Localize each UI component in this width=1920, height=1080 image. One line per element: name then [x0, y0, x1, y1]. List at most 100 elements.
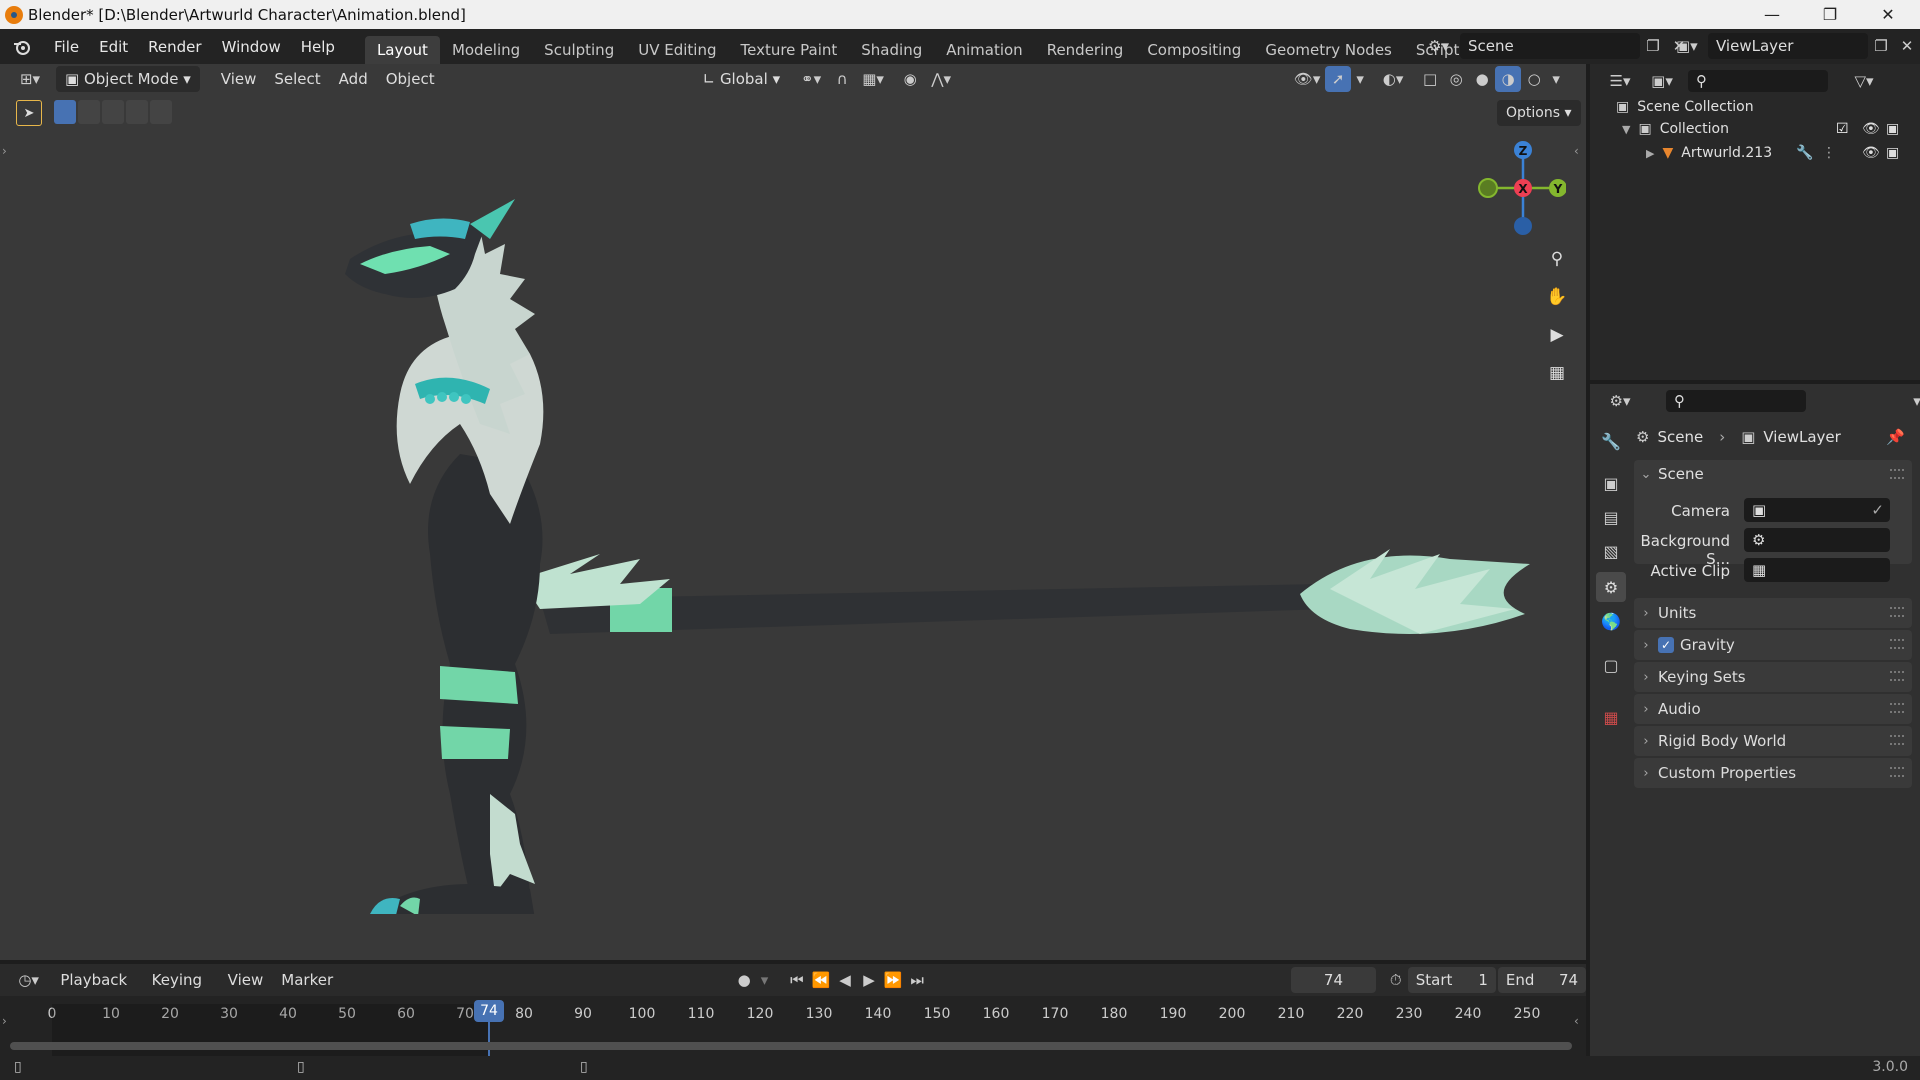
timeline-menu-marker[interactable]: Marker	[272, 967, 342, 993]
gravity-grip-icon[interactable]	[1890, 639, 1904, 649]
delete-view-layer-icon[interactable]: ✕	[1894, 33, 1920, 59]
audio-grip-icon[interactable]	[1890, 703, 1904, 713]
close-icon[interactable]: ✕	[1859, 0, 1917, 29]
scene-panel-header[interactable]: ⌄ Scene	[1634, 460, 1912, 488]
collection-checkbox-icon[interactable]: ☑	[1836, 121, 1849, 137]
end-frame-field[interactable]: End 74	[1497, 967, 1587, 993]
overlays-icon[interactable]: ◐▾	[1375, 66, 1411, 92]
gizmo-toggle-icon[interactable]: ➚	[1325, 66, 1352, 92]
play-reverse-icon[interactable]: ◀	[833, 967, 857, 993]
transform-orientation-dropdown[interactable]: ∟ Global ▾	[694, 66, 790, 92]
collection-visibility-icon[interactable]: 👁	[1862, 121, 1880, 137]
tab-animation[interactable]: Animation	[934, 36, 1034, 64]
filter-icon[interactable]: ▽▾	[1846, 68, 1882, 94]
object-render-icon[interactable]: ▣	[1886, 145, 1899, 161]
snap-target-icon[interactable]: ▦▾	[855, 66, 891, 92]
collection-render-icon[interactable]: ▣	[1886, 121, 1899, 137]
gravity-checkbox[interactable]: ✓	[1658, 637, 1674, 653]
menu-render[interactable]: Render	[138, 34, 211, 60]
menu-file[interactable]: File	[44, 34, 89, 60]
current-frame-field[interactable]: 74	[1291, 967, 1376, 993]
menu-help[interactable]: Help	[291, 34, 345, 60]
toolbar-expand-icon[interactable]: ›	[2, 144, 7, 158]
record-icon[interactable]: ●	[732, 967, 756, 993]
jump-end-icon[interactable]: ⏭	[905, 967, 929, 993]
keying-sets-grip-icon[interactable]	[1890, 671, 1904, 681]
timeline-scrollbar[interactable]	[10, 1042, 1572, 1050]
new-view-layer-icon[interactable]: ❐	[1868, 33, 1894, 59]
select-extend-icon[interactable]	[78, 100, 100, 124]
menu-window[interactable]: Window	[212, 34, 291, 60]
shading-dropdown-icon[interactable]: ▾	[1547, 66, 1565, 92]
custom-properties-grip-icon[interactable]	[1890, 767, 1904, 777]
timeline-editor-type-icon[interactable]: ◷▾	[12, 967, 45, 993]
scene-field[interactable]: Scene	[1460, 33, 1640, 59]
outliner-row-object[interactable]: ▶ ▼ Artwurld.213 🔧 ⋮ 👁 ▣	[1646, 142, 1920, 164]
select-subtract-icon[interactable]	[102, 100, 124, 124]
outliner-search-input[interactable]: ⚲	[1688, 70, 1828, 92]
outliner-editor-type-icon[interactable]: ☰▾	[1602, 68, 1638, 94]
minimize-icon[interactable]: —	[1743, 0, 1801, 29]
modifier-wrench-icon[interactable]: 🔧	[1796, 145, 1813, 161]
active-clip-field[interactable]: ▦	[1744, 558, 1890, 582]
select-intersect-icon[interactable]	[150, 100, 172, 124]
camera-view-icon[interactable]: ▶	[1542, 320, 1572, 350]
prev-keyframe-icon[interactable]: ⏪	[809, 967, 833, 993]
tab-compositing[interactable]: Compositing	[1135, 36, 1253, 64]
visibility-icon[interactable]: 👁▾	[1289, 66, 1325, 92]
jump-start-icon[interactable]: ⏮	[785, 967, 809, 993]
camera-field[interactable]: ▣ ✓	[1744, 498, 1890, 522]
viewport-menu-select[interactable]: Select	[265, 66, 329, 92]
expand-collection-icon[interactable]: ▼	[1622, 123, 1630, 136]
pin-icon[interactable]: 📌	[1886, 428, 1905, 446]
play-icon[interactable]: ▶	[857, 967, 881, 993]
output-tab-icon[interactable]: ▤	[1596, 502, 1626, 532]
select-new-icon[interactable]	[54, 100, 76, 124]
expand-object-icon[interactable]: ▶	[1646, 147, 1654, 160]
zoom-icon[interactable]: ⚲	[1542, 244, 1572, 274]
proportional-editing-icon[interactable]: ◉	[897, 66, 923, 92]
3d-viewport[interactable]: ⊞▾ ▣ Object Mode ▾ View Select Add Objec…	[0, 64, 1586, 960]
timeline-menu-keying[interactable]: Keying ▾	[143, 967, 219, 1015]
new-scene-icon[interactable]: ❐	[1640, 33, 1666, 59]
scene-selector[interactable]: ⚙▾ Scene ❐ ✕	[1428, 33, 1692, 59]
timeline-menu-view[interactable]: View	[219, 967, 273, 993]
solid-shading-icon[interactable]: ●	[1469, 66, 1495, 92]
tab-geometry-nodes[interactable]: Geometry Nodes	[1253, 36, 1404, 64]
units-panel[interactable]: › Units	[1634, 598, 1912, 628]
tab-sculpting[interactable]: Sculpting	[532, 36, 626, 64]
rigid-body-world-panel[interactable]: › Rigid Body World	[1634, 726, 1912, 756]
object-visibility-icon[interactable]: 👁	[1862, 145, 1880, 161]
scene-tab-icon[interactable]: ⚙	[1596, 572, 1626, 602]
audio-panel[interactable]: › Audio	[1634, 694, 1912, 724]
proportional-falloff-icon[interactable]: ⋀▾	[923, 66, 959, 92]
tab-shading[interactable]: Shading	[849, 36, 934, 64]
keying-sets-panel[interactable]: › Keying Sets	[1634, 662, 1912, 692]
timeline-menu-playback[interactable]: Playback ▾	[51, 967, 142, 1015]
preview-range-icon[interactable]: ⏱	[1384, 967, 1408, 993]
rendered-shading-icon[interactable]: ○	[1521, 66, 1547, 92]
view-layer-tab-icon[interactable]: ▧	[1596, 536, 1626, 566]
pan-hand-icon[interactable]: ✋	[1542, 282, 1572, 312]
eyedropper-icon[interactable]: ✓	[1871, 501, 1884, 519]
blender-menu-icon[interactable]	[0, 34, 44, 60]
timeline-editor[interactable]: ◷▾ Playback ▾ Keying ▾ View Marker ● ▾ ⏮…	[0, 964, 1587, 1056]
viewport-menu-add[interactable]: Add	[330, 66, 377, 92]
snap-icon[interactable]: ∩	[829, 66, 855, 92]
tab-texture-paint[interactable]: Texture Paint	[728, 36, 849, 64]
display-mode-icon[interactable]: ▣▾	[1644, 68, 1680, 94]
select-tool-icon[interactable]: ➤	[16, 100, 42, 126]
units-grip-icon[interactable]	[1890, 607, 1904, 617]
editor-type-icon[interactable]: ⊞▾	[12, 66, 48, 92]
outliner-row-collection[interactable]: ▼ ▣ Collection ☑ 👁 ▣	[1622, 118, 1920, 140]
render-tab-icon[interactable]: ▣	[1596, 468, 1626, 498]
next-keyframe-icon[interactable]: ⏩	[881, 967, 905, 993]
start-frame-field[interactable]: Start 1	[1407, 967, 1496, 993]
tool-tab-icon[interactable]: 🔧	[1596, 426, 1626, 456]
view-layer-field[interactable]: ViewLayer	[1708, 33, 1868, 59]
tab-uv-editing[interactable]: UV Editing	[626, 36, 728, 64]
properties-search-input[interactable]: ⚲	[1666, 390, 1806, 412]
material-preview-icon[interactable]: ◑	[1495, 66, 1522, 92]
gravity-panel[interactable]: › ✓ Gravity	[1634, 630, 1912, 660]
gizmo-dropdown-icon[interactable]: ▾	[1351, 66, 1369, 92]
